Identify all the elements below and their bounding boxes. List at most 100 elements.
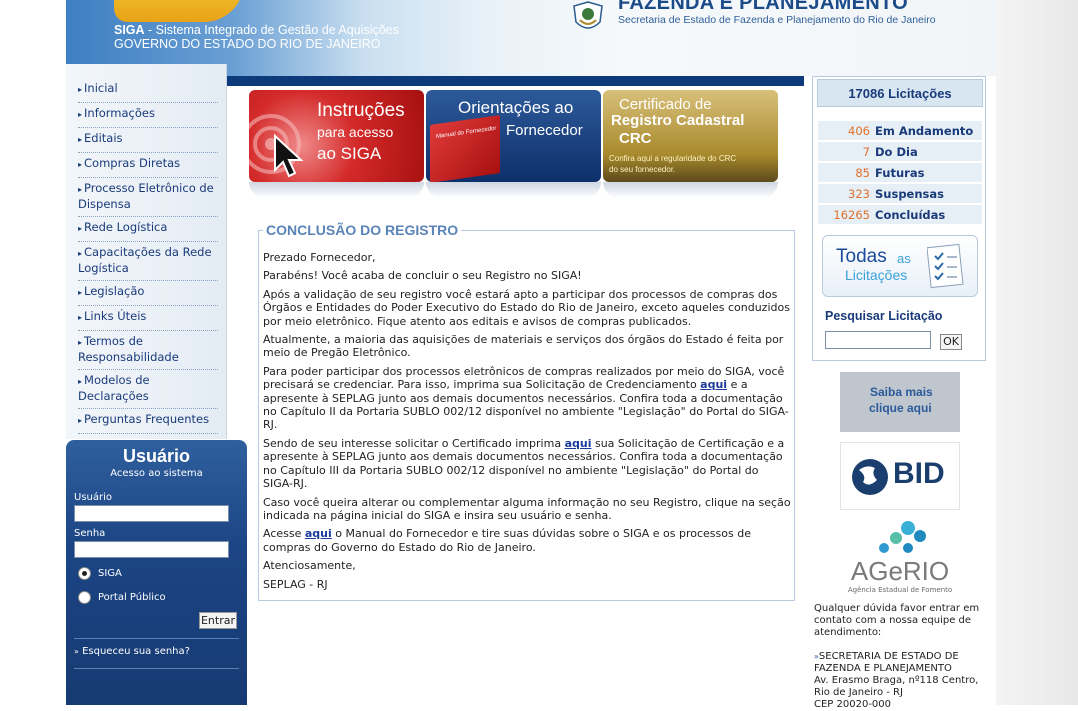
login-divider-bottom (74, 668, 239, 669)
nav-item-inicial[interactable]: ▸ Inicial (78, 78, 218, 103)
licitacoes-label: Concluídas (875, 208, 946, 222)
nav-item-compras-diretas[interactable]: ▸ Compras Diretas (78, 153, 218, 178)
cursor-icon (274, 134, 304, 178)
login-title: Usuário (122, 446, 191, 466)
arrow-icon: ▸ (78, 249, 83, 258)
licitacoes-total[interactable]: 17086 Licitações (817, 79, 983, 107)
todas-licitacoes-button[interactable]: Todas as Licitações (822, 235, 978, 297)
saiba-mais-banner[interactable]: Saiba mais clique aqui (840, 372, 960, 432)
licitacoes-label: Suspensas (875, 187, 944, 201)
arrow-icon: ▸ (78, 313, 83, 322)
nav-label: Capacitações da Rede Logística (78, 245, 212, 275)
nav-item-rede-logistica[interactable]: ▸ Rede Logística (78, 217, 218, 242)
todas-as-label: as (897, 251, 911, 266)
globe-icon (852, 459, 888, 495)
credenciamento-link[interactable]: aqui (700, 378, 727, 391)
licitacoes-label: Do Dia (875, 145, 918, 159)
username-label: Usuário (74, 492, 113, 503)
page-margin-right (996, 0, 1078, 705)
greeting: Prezado Fornecedor, (263, 251, 376, 264)
licitacoes-count: 406 (848, 124, 870, 138)
radio-selected-icon (78, 567, 91, 580)
agerio-dots-icon (879, 521, 926, 553)
banner-crc-line1: Certificado de (619, 96, 712, 113)
nav-item-perguntas[interactable]: ▸ Perguntas Frequentes (78, 409, 218, 434)
manual-book-label: Manual do Fornecedor (436, 125, 497, 141)
forgot-password-label: Esqueceu sua senha? (82, 646, 190, 657)
contact-address-2: Rio de Janeiro - RJ (814, 687, 903, 698)
validation-text: Após a validação de seu registro você es… (263, 287, 790, 328)
nav-label: Termos de Responsabilidade (78, 334, 179, 364)
search-ok-button[interactable]: OK (940, 334, 962, 350)
checklist-icon (927, 243, 964, 289)
nav-label: Compras Diretas (84, 156, 181, 170)
secretaria-title: FAZENDA E PLANEJAMENTO (618, 0, 908, 14)
arrow-icon: ▸ (78, 224, 83, 233)
agerio-banner[interactable]: AGeRIO Agência Estadual de Fomento (840, 518, 960, 598)
username-input[interactable] (74, 505, 229, 522)
licitacoes-row-suspensas[interactable]: 323 Suspensas (818, 184, 982, 203)
nav-label: Editais (84, 131, 123, 145)
banner-orientacoes[interactable]: Orientações ao Fornecedor Manual do Forn… (426, 90, 601, 182)
nav-item-termos[interactable]: ▸ Termos de Responsabilidade (78, 331, 218, 370)
nav-label: Inicial (84, 81, 118, 95)
forgot-password-link[interactable]: » Esqueceu sua senha? (74, 646, 190, 657)
nav-label: Legislação (84, 284, 145, 298)
login-subtitle: Acesso ao sistema (110, 468, 203, 479)
certificado-text: Sendo de seu interesse solicitar o Certi… (263, 437, 791, 491)
radio-portal-publico[interactable]: Portal Público (78, 591, 166, 604)
siga-title-bold: SIGA (114, 23, 145, 37)
contact-cep: CEP 20020-000 (814, 699, 892, 710)
nav-item-editais[interactable]: ▸ Editais (78, 128, 218, 153)
licitacoes-row-futuras[interactable]: 85 Futuras (818, 163, 982, 182)
login-divider (74, 638, 239, 639)
page-container: SIGA - Sistema Integrado de Gestão de Aq… (66, 0, 996, 710)
banner-reflection (249, 182, 424, 198)
arrow-icon: » (74, 647, 79, 656)
congrats-text: Parabéns! Você acaba de concluir o seu R… (263, 269, 582, 283)
bid-logo-text: BID (893, 457, 945, 490)
nav-item-capacitacoes[interactable]: ▸ Capacitações da Rede Logística (78, 242, 218, 281)
licitacoes-label: Futuras (875, 166, 925, 180)
manual-link[interactable]: aqui (305, 527, 332, 540)
licitacoes-row-concluidas[interactable]: 16265 Concluídas (818, 205, 982, 224)
nav-label: Informações (84, 106, 155, 120)
licitacoes-count: 16265 (833, 208, 870, 222)
credenciamento-text: Para poder participar dos processos elet… (263, 365, 791, 432)
bid-banner[interactable]: BID (840, 442, 960, 510)
licitacoes-count: 7 (862, 145, 870, 159)
secretaria-subtitle: Secretaria de Estado de Fazenda e Planej… (618, 14, 936, 26)
nav-item-modelos[interactable]: ▸ Modelos de Declarações (78, 370, 218, 409)
banner-certificado-crc[interactable]: Certificado de Registro Cadastral CRC Co… (603, 90, 778, 182)
government-title: GOVERNO DO ESTADO DO RIO DE JANEIRO (114, 37, 381, 51)
nav-item-informacoes[interactable]: ▸ Informações (78, 103, 218, 128)
nav-item-links-uteis[interactable]: ▸ Links Úteis (78, 306, 218, 331)
nav-item-legislacao[interactable]: ▸ Legislação (78, 281, 218, 306)
arrow-icon: ▸ (78, 377, 83, 386)
page-margin-left (0, 0, 66, 705)
search-input[interactable] (825, 331, 931, 349)
banner-instrucoes[interactable]: Instruções para acesso ao SIGA (249, 90, 424, 182)
login-submit-button[interactable]: Entrar (199, 612, 237, 629)
nav-item-processo-eletronico[interactable]: ▸ Processo Eletrônico de Dispensa (78, 178, 218, 217)
licitacoes-row-do-dia[interactable]: 7 Do Dia (818, 142, 982, 161)
siga-title: SIGA - Sistema Integrado de Gestão de Aq… (114, 23, 399, 37)
nav-label: Links Úteis (84, 309, 147, 323)
arrow-icon: ▸ (78, 85, 83, 94)
arrow-icon: ▸ (78, 160, 83, 169)
search-title: Pesquisar Licitação (825, 309, 943, 323)
todas-licitacoes-label: Licitações (845, 267, 908, 283)
licitacoes-row-em-andamento[interactable]: 406 Em Andamento (818, 121, 982, 140)
licitacoes-count: 323 (848, 187, 870, 201)
nav-label: Perguntas Frequentes (84, 412, 210, 426)
pregao-text: Atualmente, a maioria das aquisições de … (263, 333, 784, 360)
radio-siga[interactable]: SIGA (78, 567, 122, 580)
arrow-icon: ▸ (78, 288, 83, 297)
certificado-link[interactable]: aqui (565, 437, 592, 450)
contact-org-label: SECRETARIA DE ESTADO DE FAZENDA E PLANEJ… (814, 651, 959, 674)
signature: SEPLAG - RJ (263, 577, 328, 591)
conclusion-content: Prezado Fornecedor, Parabéns! Você acaba… (263, 251, 791, 596)
password-input[interactable] (74, 541, 229, 558)
agerio-logo-text: AGeRIO (850, 556, 950, 586)
banner-crc-line3: CRC (619, 130, 652, 147)
